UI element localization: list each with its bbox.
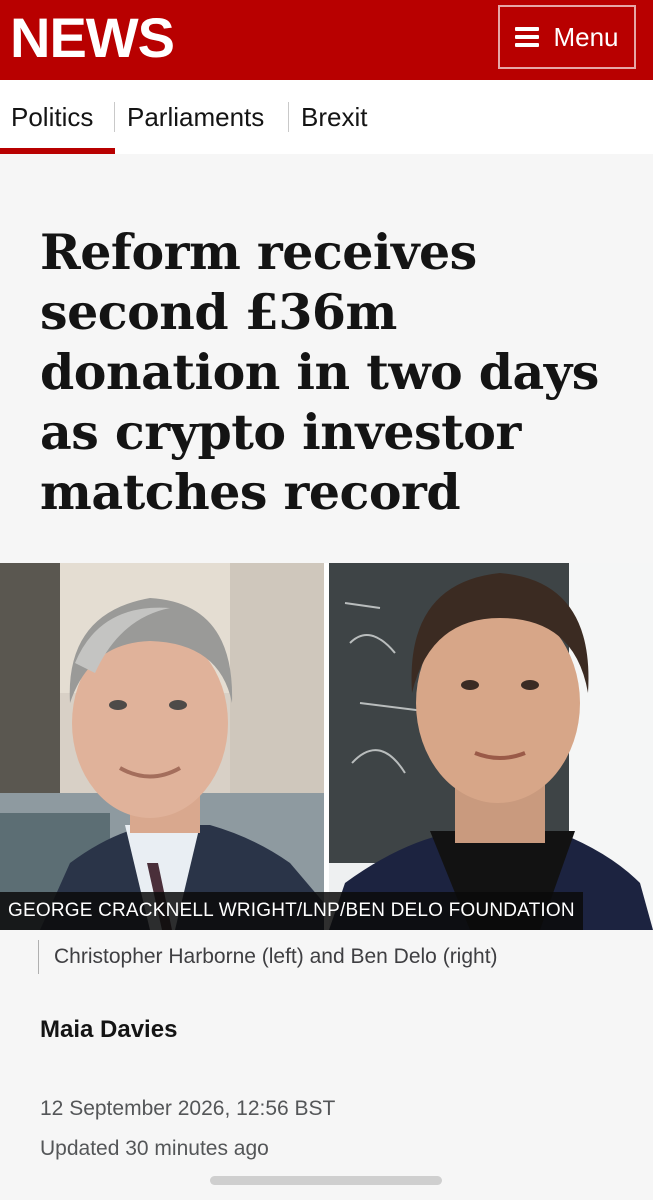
home-indicator[interactable]: [210, 1176, 442, 1185]
section-nav: Politics Parliaments Brexit: [0, 80, 653, 154]
menu-label: Menu: [553, 22, 619, 52]
site-header: NEWS Menu: [0, 0, 653, 80]
hamburger-icon: [515, 27, 540, 47]
article-headline: Reform receives second £36m donation in …: [40, 223, 599, 521]
menu-button[interactable]: Menu: [498, 5, 636, 69]
nav-item-politics[interactable]: Politics: [11, 100, 93, 134]
image-caption: Christopher Harborne (left) and Ben Delo…: [38, 940, 498, 974]
article-image: [0, 563, 653, 930]
published-date: 12 September 2026, 12:56 BST: [40, 1097, 336, 1120]
image-credit: GEORGE CRACKNELL WRIGHT/LNP/BEN DELO FOU…: [0, 892, 583, 930]
updated-timestamp: Updated 30 minutes ago: [40, 1137, 269, 1160]
portraits-photo: [0, 563, 653, 930]
nav-item-brexit[interactable]: Brexit: [301, 100, 367, 134]
active-nav-indicator: [0, 148, 115, 154]
news-logo[interactable]: NEWS: [10, 6, 175, 70]
article-author[interactable]: Maia Davies: [40, 1014, 177, 1046]
nav-divider: [288, 102, 289, 132]
nav-divider: [114, 102, 115, 132]
nav-item-parliaments[interactable]: Parliaments: [127, 100, 264, 134]
